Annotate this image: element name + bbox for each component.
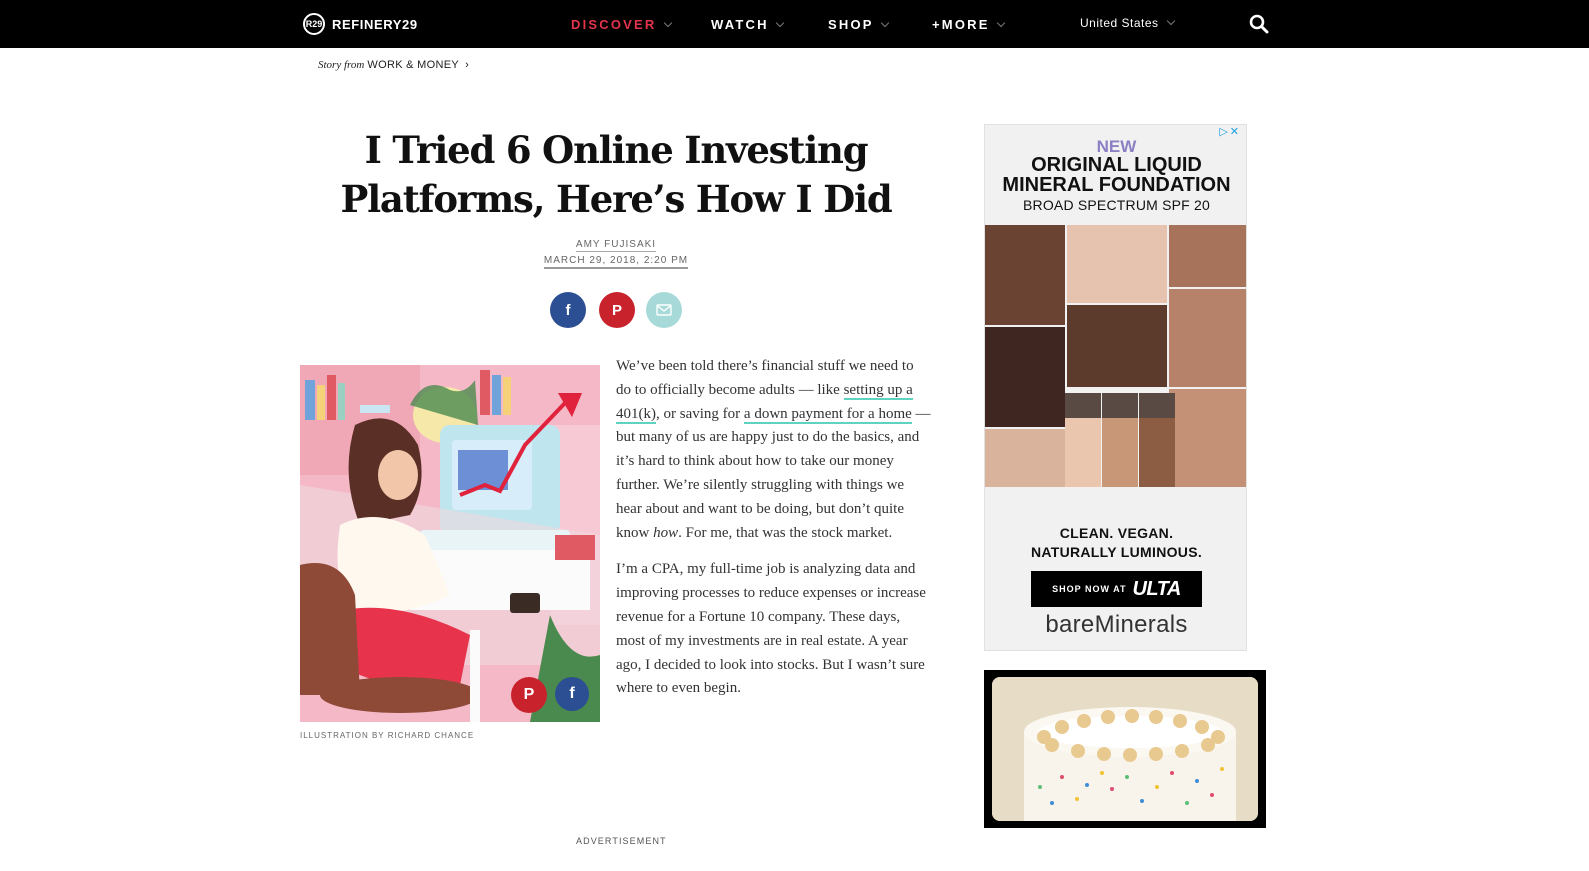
breadcrumb[interactable]: Story from WORK & MONEY › xyxy=(318,59,469,71)
article-date: MARCH 29, 2018, 2:20 PM xyxy=(534,255,698,269)
chevron-down-icon xyxy=(996,18,1005,27)
facebook-icon: f xyxy=(565,301,571,319)
nav-more[interactable]: +MORE xyxy=(932,17,1005,32)
pinterest-icon: P xyxy=(611,301,622,319)
ad-brand-logo: bareMinerals xyxy=(1045,611,1188,638)
ad-headline: ORIGINAL LIQUID MINERAL FOUNDATION xyxy=(985,154,1246,196)
nav-discover[interactable]: DISCOVER xyxy=(571,17,672,32)
region-selector[interactable]: United States xyxy=(1080,16,1175,30)
nav-discover-label: DISCOVER xyxy=(571,17,657,32)
breadcrumb-category: WORK & MONEY xyxy=(367,59,460,71)
text-span: . For me, that was the stock market. xyxy=(678,524,893,541)
image-pinterest-button[interactable]: P xyxy=(511,677,547,713)
share-facebook-button[interactable]: f xyxy=(550,292,586,328)
nav-watch[interactable]: WATCH xyxy=(711,17,784,32)
chevron-down-icon xyxy=(775,18,784,27)
ad-headline-line-1: ORIGINAL LIQUID xyxy=(1031,154,1202,176)
top-navigation: R29 REFINERY29 DISCOVER WATCH SHOP +MORE… xyxy=(0,0,1589,48)
pinterest-icon: P xyxy=(523,686,535,703)
article-author[interactable]: AMY FUJISAKI xyxy=(542,239,690,252)
chevron-down-icon xyxy=(880,18,889,27)
text-span: , or saving for xyxy=(656,405,744,422)
ad-cake[interactable] xyxy=(984,670,1266,828)
share-email-button[interactable] xyxy=(646,292,682,328)
ad-tagline-2: NATURALLY LUMINOUS. xyxy=(1030,544,1203,560)
ad-subhead: BROAD SPECTRUM SPF 20 xyxy=(1022,197,1210,213)
article-illustration xyxy=(300,365,600,722)
image-facebook-button[interactable]: f xyxy=(555,677,589,711)
ad-shop-now-button[interactable]: SHOP NOW AT ULTA xyxy=(1031,571,1202,607)
chevron-right-icon: › xyxy=(462,59,469,71)
emphasis: how xyxy=(653,524,679,541)
link-down-payment[interactable]: a down payment for a home xyxy=(743,405,912,424)
logo-badge-icon: R29 xyxy=(303,13,325,35)
ad-cake-image xyxy=(992,677,1258,821)
region-label: United States xyxy=(1080,16,1159,30)
date-text: MARCH 29, 2018, 2:20 PM xyxy=(543,255,689,269)
search-button[interactable] xyxy=(1249,14,1269,34)
search-icon xyxy=(1249,14,1269,34)
article-body: We’ve been told there’s financial stuff … xyxy=(616,355,932,714)
facebook-icon: f xyxy=(569,685,575,702)
mail-icon xyxy=(656,304,672,316)
image-caption: ILLUSTRATION BY RICHARD CHANCE xyxy=(300,731,475,740)
nav-watch-label: WATCH xyxy=(711,17,769,32)
paragraph-1: We’ve been told there’s financial stuff … xyxy=(616,355,932,545)
article-title: I Tried 6 Online Investing Platforms, He… xyxy=(340,128,892,221)
share-pinterest-button[interactable]: P xyxy=(599,292,635,328)
paragraph-2: I’m a CPA, my full-time job is analyzing… xyxy=(616,561,926,697)
nav-more-label: +MORE xyxy=(932,17,990,32)
ad-tagline-1: CLEAN. VEGAN. xyxy=(1059,525,1174,541)
chevron-down-icon xyxy=(1166,16,1175,26)
breadcrumb-prefix: Story from xyxy=(318,59,365,71)
text-span: — but many of us are happy just to do th… xyxy=(616,405,931,541)
ad-cta-text: SHOP NOW AT xyxy=(1052,584,1127,594)
ad-headline-line-2: MINERAL FOUNDATION xyxy=(1002,174,1231,196)
site-logo[interactable]: R29 REFINERY29 xyxy=(303,13,418,35)
nav-shop-label: SHOP xyxy=(828,17,874,32)
ad-model-grid-image xyxy=(985,225,1246,513)
ulta-logo: ULTA xyxy=(1132,577,1181,600)
logo-text: REFINERY29 xyxy=(332,16,418,32)
nav-shop[interactable]: SHOP xyxy=(828,17,889,32)
advertisement-label: ADVERTISEMENT xyxy=(576,836,667,846)
author-name: AMY FUJISAKI xyxy=(575,239,657,252)
ad-baremineral[interactable]: ▷✕ NEW ORIGINAL LIQUID MINERAL FOUNDATIO… xyxy=(984,124,1247,651)
chevron-down-icon xyxy=(663,18,672,27)
